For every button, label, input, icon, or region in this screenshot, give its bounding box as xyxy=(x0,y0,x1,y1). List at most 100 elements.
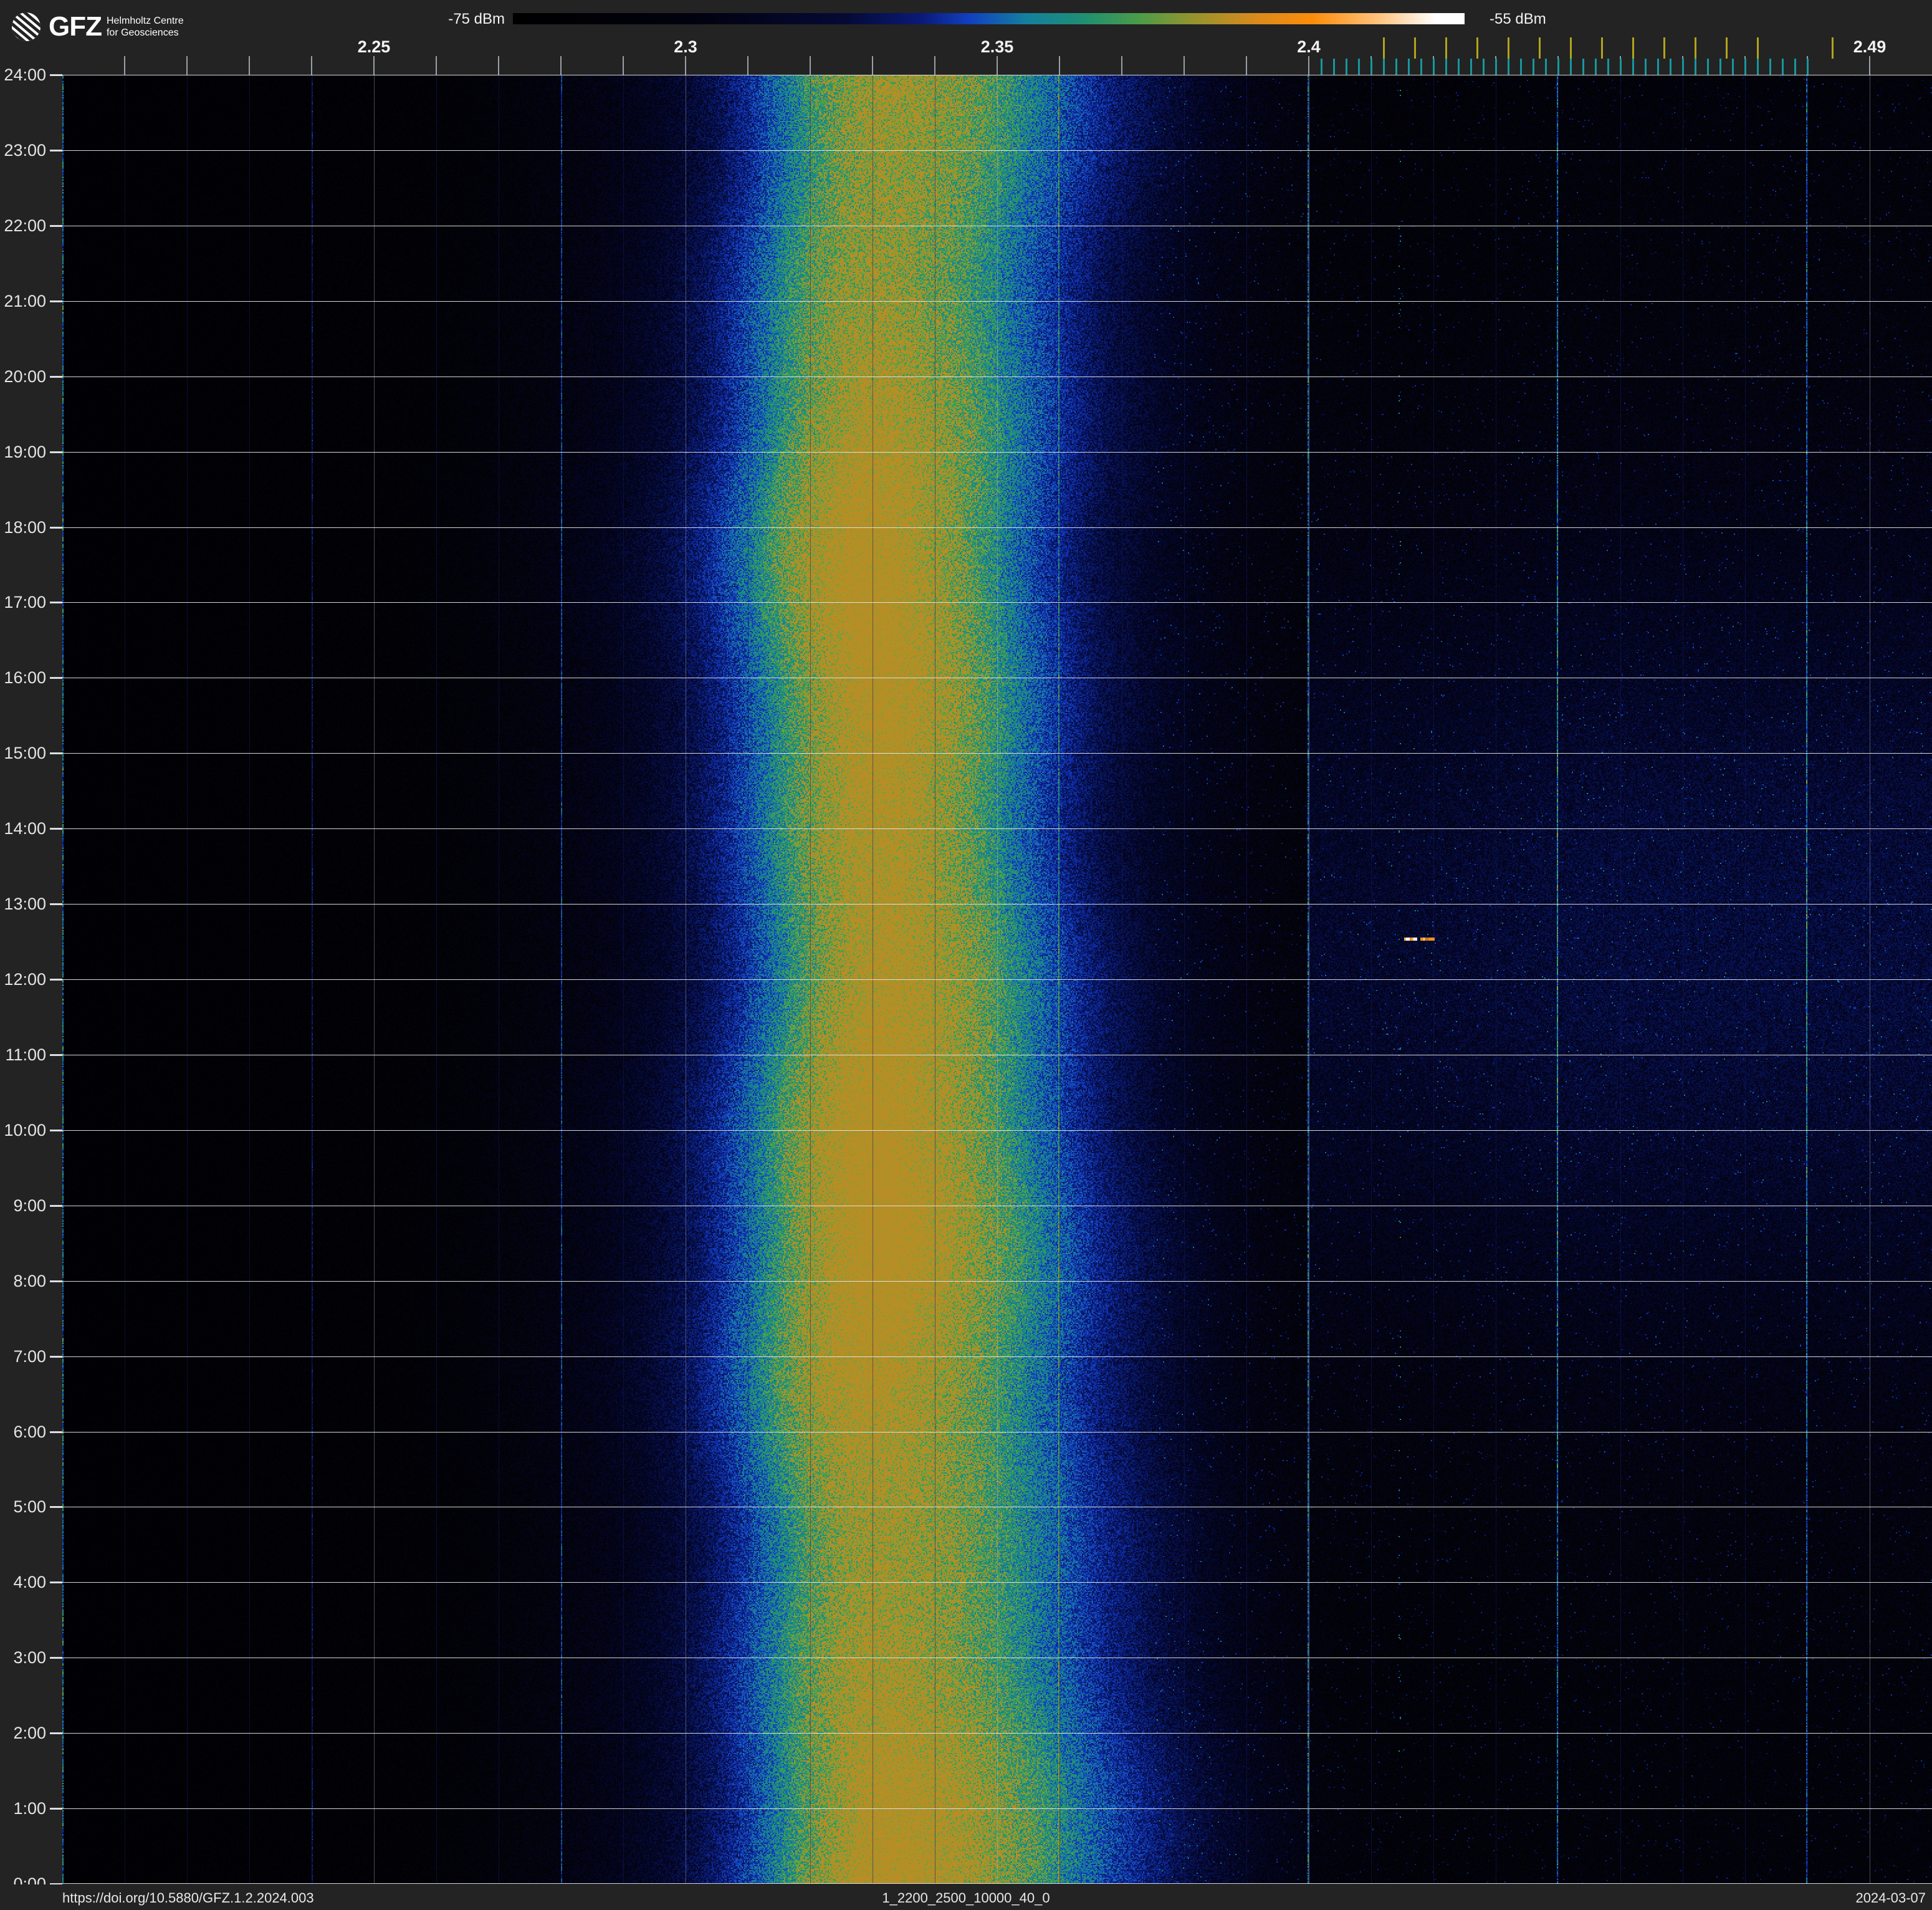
hour-label: 4:00 xyxy=(13,1573,46,1592)
hour-label: 18:00 xyxy=(4,517,46,537)
hour-gridline xyxy=(62,1808,1932,1809)
hour-tick-dash xyxy=(50,979,62,981)
frequency-minor-tick xyxy=(1184,56,1185,75)
hour-gridline xyxy=(62,828,1932,829)
hour-label: 3:00 xyxy=(13,1648,46,1668)
frequency-tick-label: 2.35 xyxy=(980,37,1014,56)
hour-label: 9:00 xyxy=(13,1196,46,1215)
hour-tick-dash xyxy=(50,1732,62,1735)
frequency-minor-tick xyxy=(1869,56,1870,75)
hour-tick-dash xyxy=(50,1808,62,1810)
frequency-minor-tick xyxy=(810,56,811,75)
hour-label: 5:00 xyxy=(13,1497,46,1517)
spectrogram-monitor-page: GFZ Helmholtz Centre for Geosciences -75… xyxy=(0,0,1932,1910)
wifi-channel-tick xyxy=(1383,37,1385,59)
wifi-channel-tick xyxy=(1445,37,1447,59)
frequency-minor-tick xyxy=(1121,56,1122,75)
frequency-minor-tick xyxy=(249,56,250,75)
wifi-channel-tick xyxy=(1695,37,1696,59)
frequency-tick-label: 2.49 xyxy=(1853,37,1887,56)
frequency-minor-tick xyxy=(997,56,998,75)
hour-tick-dash xyxy=(50,1053,62,1056)
hour-tick-dash xyxy=(50,375,62,378)
hour-gridline xyxy=(62,301,1932,302)
wifi-channel-tick xyxy=(1601,37,1603,59)
hour-tick-dash xyxy=(50,224,62,227)
hour-label: 1:00 xyxy=(13,1799,46,1818)
hour-label: 14:00 xyxy=(4,819,46,838)
wifi-channel-tick xyxy=(1476,37,1478,59)
hour-label: 24:00 xyxy=(4,65,46,84)
footer: https://doi.org/10.5880/GFZ.1.2.2024.003… xyxy=(0,1884,1932,1910)
frequency-minor-tick xyxy=(1059,56,1060,75)
hour-tick-dash xyxy=(50,74,62,76)
hour-label: 2:00 xyxy=(13,1724,46,1743)
hour-gridline xyxy=(62,150,1932,151)
wifi-channel-tick xyxy=(1508,37,1509,59)
hour-gridline xyxy=(62,753,1932,754)
wifi-channel-tick xyxy=(1832,37,1834,59)
hour-label: 22:00 xyxy=(4,216,46,235)
hour-tick-dash xyxy=(50,1129,62,1131)
hour-label: 6:00 xyxy=(13,1422,46,1441)
hour-tick-dash xyxy=(50,451,62,453)
frequency-minor-tick xyxy=(747,56,748,75)
hour-gridline xyxy=(62,1733,1932,1734)
hour-tick-dash xyxy=(50,1506,62,1509)
hour-gridline xyxy=(62,1281,1932,1282)
wifi-channel-tick xyxy=(1632,37,1634,59)
hour-gridline xyxy=(62,1582,1932,1583)
hour-label: 8:00 xyxy=(13,1271,46,1290)
hour-tick-dash xyxy=(50,300,62,302)
wifi-channel-tick xyxy=(1570,37,1572,59)
frequency-minor-tick xyxy=(373,56,375,75)
hour-tick-dash xyxy=(50,1581,62,1584)
hour-label: 10:00 xyxy=(4,1120,46,1140)
hour-tick-dash xyxy=(50,1355,62,1358)
hour-label: 19:00 xyxy=(4,442,46,461)
hour-gridline xyxy=(62,1130,1932,1131)
hour-label: 17:00 xyxy=(4,593,46,612)
time-axis: 24:00 23:00 22:00 21:00 20:00 19:00 18:00 17:00… xyxy=(0,65,62,1893)
date-label: 2024-03-07 xyxy=(1855,1890,1926,1906)
spectrogram-plot xyxy=(62,75,1932,1884)
hour-label: 20:00 xyxy=(4,367,46,386)
hour-tick-dash xyxy=(50,1204,62,1207)
wifi-channel-tick xyxy=(1663,37,1665,59)
hour-gridline xyxy=(62,979,1932,980)
hour-label: 11:00 xyxy=(5,1045,46,1064)
hour-label: 21:00 xyxy=(4,291,46,310)
wifi-channel-tick xyxy=(1414,37,1416,59)
wifi-channel-tick xyxy=(1539,37,1541,59)
frequency-minor-tick xyxy=(623,56,624,75)
hour-gridline xyxy=(62,602,1932,603)
frequency-minor-tick xyxy=(934,56,935,75)
frequency-axis: 2.25 2.3 2.35 2.4 2.49 xyxy=(0,0,1932,79)
frequency-minor-tick xyxy=(685,56,686,75)
hour-tick-dash xyxy=(50,903,62,906)
wifi-channel-tick xyxy=(1726,37,1728,59)
hour-label: 23:00 xyxy=(4,140,46,160)
hour-label: 16:00 xyxy=(4,668,46,688)
hour-tick-dash xyxy=(50,602,62,604)
hour-gridline xyxy=(62,1356,1932,1357)
hour-tick-dash xyxy=(50,1280,62,1282)
hour-gridline xyxy=(62,1883,1932,1884)
hour-tick-dash xyxy=(50,1431,62,1433)
frequency-tick-label: 2.25 xyxy=(357,37,391,56)
hour-label: 7:00 xyxy=(13,1346,46,1366)
frequency-tick-label: 2.3 xyxy=(674,37,697,56)
frequency-minor-tick xyxy=(498,56,499,75)
frequency-minor-tick xyxy=(186,56,188,75)
hour-tick-dash xyxy=(50,677,62,679)
burst-event xyxy=(1404,938,1417,941)
frequency-minor-tick xyxy=(311,56,312,75)
frequency-minor-tick xyxy=(560,56,562,75)
frequency-minor-tick xyxy=(1308,56,1309,75)
hour-gridline xyxy=(62,904,1932,905)
hour-gridline xyxy=(62,527,1932,528)
hour-label: 12:00 xyxy=(4,970,46,989)
hour-label: 13:00 xyxy=(4,895,46,914)
frequency-tick-label: 2.4 xyxy=(1297,37,1321,56)
hour-tick-dash xyxy=(50,526,62,529)
